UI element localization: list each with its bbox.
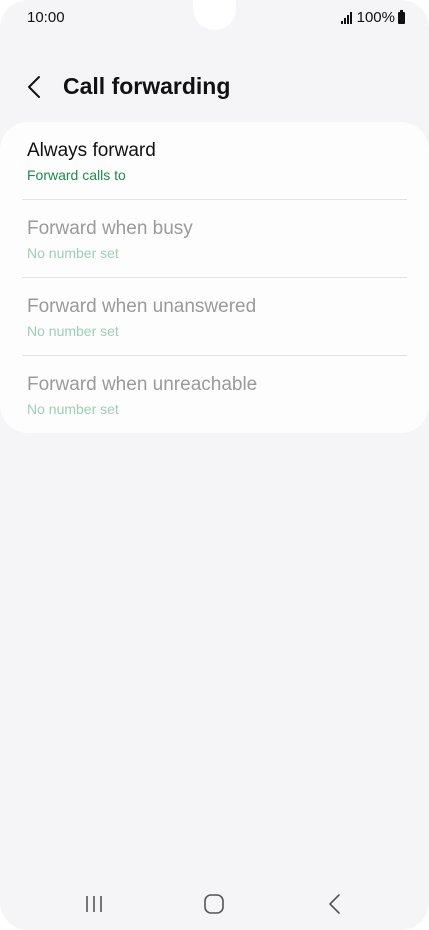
phone-screen: 10:00 100% Call forwarding Always forwar… xyxy=(0,0,429,930)
battery-icon xyxy=(398,9,405,24)
list-item-forward-when-busy[interactable]: Forward when busy No number set xyxy=(0,200,429,278)
home-button[interactable] xyxy=(184,880,244,928)
list-item-always-forward[interactable]: Always forward Forward calls to xyxy=(0,122,429,200)
list-item-title: Forward when unreachable xyxy=(27,374,258,395)
list-item-subtitle: Forward calls to xyxy=(27,167,126,183)
list-item-title: Always forward xyxy=(27,140,156,161)
list-item-title: Forward when busy xyxy=(27,218,193,239)
home-icon xyxy=(204,894,224,914)
status-bar: 10:00 100% xyxy=(0,0,429,36)
list-item-forward-when-unreachable[interactable]: Forward when unreachable No number set xyxy=(0,356,429,434)
list-item-subtitle: No number set xyxy=(27,401,119,417)
nav-back-button[interactable] xyxy=(305,880,365,928)
list-item-title: Forward when unanswered xyxy=(27,296,257,317)
list-item-forward-when-unanswered[interactable]: Forward when unanswered No number set xyxy=(0,278,429,356)
camera-notch xyxy=(193,0,236,30)
page-title: Call forwarding xyxy=(63,73,231,99)
status-indicators: 100% xyxy=(340,9,405,26)
battery-percent: 100% xyxy=(356,9,395,26)
recents-icon xyxy=(86,896,102,912)
list-item-subtitle: No number set xyxy=(27,245,119,261)
forwarding-options-card: Always forward Forward calls to Forward … xyxy=(0,122,429,433)
list-item-subtitle: No number set xyxy=(27,323,119,339)
back-icon xyxy=(329,894,340,914)
app-header: Call forwarding xyxy=(0,62,429,112)
back-button[interactable] xyxy=(22,72,50,102)
recents-button[interactable] xyxy=(64,880,124,928)
chevron-left-icon xyxy=(28,76,40,98)
navigation-bar xyxy=(0,880,429,928)
signal-icon xyxy=(340,11,353,24)
status-time: 10:00 xyxy=(27,9,65,26)
